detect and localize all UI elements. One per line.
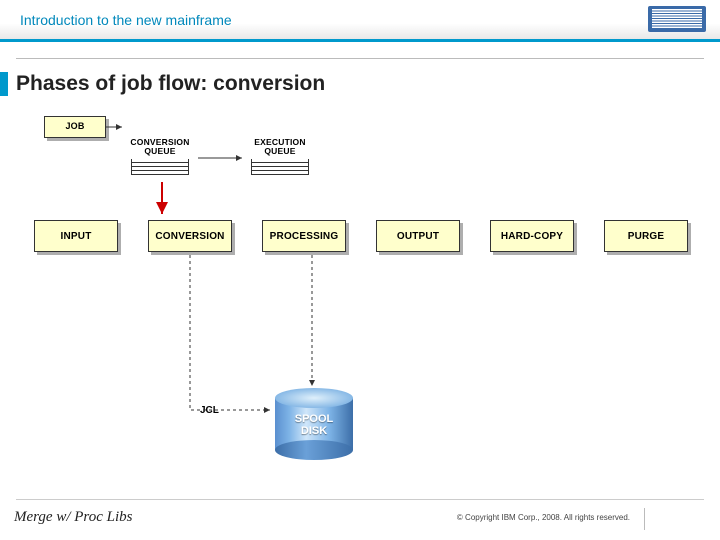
header-rule — [16, 58, 704, 59]
execution-queue-label: EXECUTIONQUEUE — [245, 138, 315, 157]
footer-separator — [644, 508, 645, 530]
ibm-logo-icon — [652, 8, 702, 30]
footer-rule — [16, 499, 704, 500]
conversion-queue-label: CONVERSIONQUEUE — [125, 138, 195, 157]
phase-conversion: CONVERSION — [148, 220, 232, 252]
queue-lines-icon — [125, 159, 195, 175]
spool-disk-icon: SPOOLDISK — [275, 388, 353, 460]
conversion-queue: CONVERSIONQUEUE — [125, 138, 195, 175]
diagram-area: JOB CONVERSIONQUEUE EXECUTIONQUEUE INPUT… — [0, 110, 720, 480]
slide-title: Phases of job flow: conversion — [16, 72, 325, 96]
phase-input: INPUT — [34, 220, 118, 252]
phase-hardcopy: HARD-COPY — [490, 220, 574, 252]
spool-disk-label: SPOOLDISK — [275, 414, 353, 437]
phase-purge: PURGE — [604, 220, 688, 252]
jcl-label: JCL — [200, 405, 219, 416]
arrows-layer — [0, 110, 720, 480]
execution-queue: EXECUTIONQUEUE — [245, 138, 315, 175]
job-box: JOB — [44, 116, 106, 138]
header-title: Introduction to the new mainframe — [20, 12, 232, 28]
header-bar: Introduction to the new mainframe — [0, 0, 720, 42]
queue-lines-icon — [245, 159, 315, 175]
phase-output: OUTPUT — [376, 220, 460, 252]
phase-processing: PROCESSING — [262, 220, 346, 252]
slide-title-wrap: Phases of job flow: conversion — [0, 72, 325, 96]
copyright: © Copyright IBM Corp., 2008. All rights … — [457, 513, 630, 522]
slide-title-accent — [0, 72, 8, 96]
footer-note: Merge w/ Proc Libs — [14, 509, 132, 526]
